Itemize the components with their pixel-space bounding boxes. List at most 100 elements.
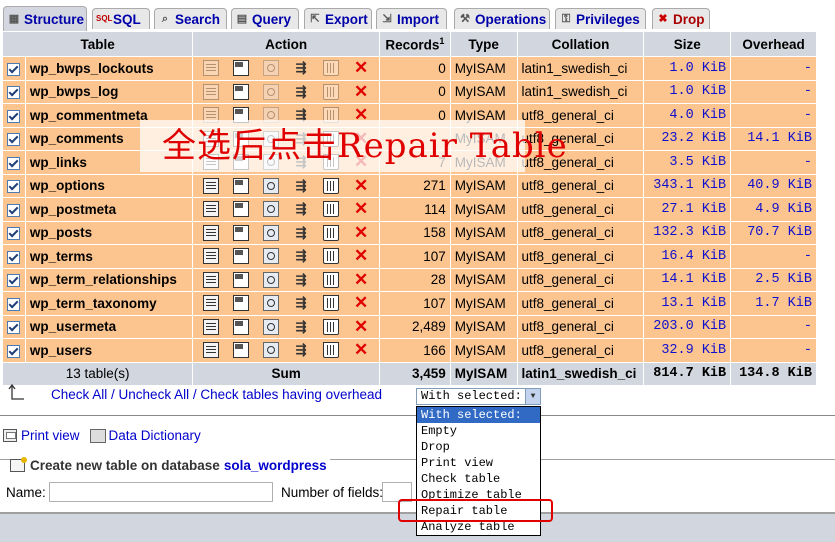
- table-name-cell[interactable]: wp_postmeta: [25, 198, 193, 221]
- search-icon[interactable]: [263, 271, 280, 288]
- structure-icon[interactable]: [233, 224, 250, 241]
- table-name-cell[interactable]: wp_users: [25, 339, 193, 362]
- table-name-cell[interactable]: wp_terms: [25, 245, 193, 268]
- browse-icon[interactable]: [203, 60, 220, 77]
- row-checkbox[interactable]: [7, 344, 21, 358]
- check-all-link[interactable]: Check All: [51, 387, 107, 402]
- dropdown-option[interactable]: Empty: [417, 423, 540, 439]
- table-name-cell[interactable]: wp_bwps_log: [25, 80, 193, 103]
- table-name-cell[interactable]: wp_posts: [25, 221, 193, 244]
- table-name-cell[interactable]: wp_usermeta: [25, 315, 193, 338]
- table-name[interactable]: wp_commentmeta: [30, 108, 148, 123]
- row-checkbox[interactable]: [7, 109, 21, 123]
- dropdown-option[interactable]: Print view: [417, 455, 540, 471]
- insert-icon[interactable]: ⇶: [293, 272, 309, 288]
- table-name[interactable]: wp_postmeta: [30, 202, 116, 217]
- table-name-input[interactable]: [49, 482, 273, 502]
- empty-icon[interactable]: [323, 201, 340, 218]
- empty-icon[interactable]: [323, 271, 340, 288]
- row-checkbox[interactable]: [7, 156, 21, 170]
- dropdown-option[interactable]: With selected:: [417, 407, 540, 423]
- data-dictionary-link[interactable]: Data Dictionary: [109, 428, 201, 443]
- table-name-cell[interactable]: wp_options: [25, 174, 193, 197]
- table-name-cell[interactable]: wp_term_taxonomy: [25, 292, 193, 315]
- table-name[interactable]: wp_options: [30, 178, 105, 193]
- structure-icon[interactable]: [233, 295, 250, 312]
- structure-icon[interactable]: [233, 83, 250, 100]
- drop-icon[interactable]: ✕: [353, 271, 369, 288]
- insert-icon[interactable]: ⇶: [293, 295, 309, 311]
- insert-icon[interactable]: ⇶: [293, 201, 309, 217]
- insert-icon[interactable]: ⇶: [293, 319, 309, 335]
- browse-icon[interactable]: [203, 295, 220, 312]
- column-header-type[interactable]: Type: [450, 32, 517, 56]
- tab-query[interactable]: ▤ Query: [231, 8, 299, 29]
- tab-import[interactable]: ⇲ Import: [376, 8, 447, 29]
- tab-sql[interactable]: SQL SQL: [92, 8, 150, 29]
- insert-icon[interactable]: ⇶: [293, 248, 309, 264]
- drop-icon[interactable]: ✕: [353, 200, 369, 217]
- structure-icon[interactable]: [233, 248, 250, 265]
- table-name[interactable]: wp_bwps_lockouts: [30, 61, 154, 76]
- tab-export[interactable]: ⇱ Export: [304, 8, 372, 29]
- column-header-overhead[interactable]: Overhead: [731, 32, 816, 56]
- drop-icon[interactable]: ✕: [353, 247, 369, 264]
- insert-icon[interactable]: ⇶: [293, 225, 309, 241]
- table-name[interactable]: wp_terms: [30, 249, 93, 264]
- drop-icon[interactable]: ✕: [353, 341, 369, 358]
- drop-icon[interactable]: ✕: [353, 224, 369, 241]
- structure-icon[interactable]: [233, 201, 250, 218]
- column-header-collation[interactable]: Collation: [517, 32, 644, 56]
- row-checkbox[interactable]: [7, 62, 21, 76]
- drop-icon[interactable]: ✕: [353, 318, 369, 335]
- table-name[interactable]: wp_usermeta: [30, 319, 116, 334]
- row-checkbox[interactable]: [7, 180, 21, 194]
- table-name[interactable]: wp_users: [30, 343, 92, 358]
- structure-icon[interactable]: [233, 177, 250, 194]
- row-checkbox[interactable]: [7, 321, 21, 335]
- empty-icon[interactable]: [323, 318, 340, 335]
- browse-icon[interactable]: [203, 318, 220, 335]
- table-name[interactable]: wp_links: [30, 155, 87, 170]
- table-name[interactable]: wp_posts: [30, 225, 92, 240]
- column-header-table[interactable]: Table: [3, 32, 193, 56]
- search-icon[interactable]: [263, 248, 280, 265]
- tab-operations[interactable]: ⚒ Operations: [454, 8, 550, 29]
- structure-icon[interactable]: [233, 342, 250, 359]
- row-checkbox[interactable]: [7, 227, 21, 241]
- insert-icon[interactable]: ⇶: [293, 60, 309, 76]
- search-icon[interactable]: [263, 60, 280, 77]
- search-icon[interactable]: [263, 318, 280, 335]
- dropdown-option[interactable]: Check table: [417, 471, 540, 487]
- column-header-size[interactable]: Size: [644, 32, 731, 56]
- empty-icon[interactable]: [323, 342, 340, 359]
- drop-icon[interactable]: ✕: [353, 59, 369, 76]
- check-overhead-link[interactable]: Check tables having overhead: [200, 387, 382, 402]
- empty-icon[interactable]: [323, 248, 340, 265]
- tab-drop[interactable]: ✖ Drop: [652, 8, 710, 29]
- search-icon[interactable]: [263, 295, 280, 312]
- browse-icon[interactable]: [203, 83, 220, 100]
- empty-icon[interactable]: [323, 177, 340, 194]
- browse-icon[interactable]: [203, 224, 220, 241]
- table-name-cell[interactable]: wp_term_relationships: [25, 268, 193, 291]
- drop-icon[interactable]: ✕: [353, 294, 369, 311]
- dropdown-arrow-icon[interactable]: ▼: [525, 389, 540, 404]
- row-checkbox[interactable]: [7, 250, 21, 264]
- tab-search[interactable]: ⌕ Search: [154, 8, 227, 29]
- dropdown-option[interactable]: Drop: [417, 439, 540, 455]
- column-header-records[interactable]: Records1: [379, 32, 450, 56]
- insert-icon[interactable]: ⇶: [293, 178, 309, 194]
- tab-privileges[interactable]: ⚿ Privileges: [555, 8, 646, 29]
- table-name-cell[interactable]: wp_bwps_lockouts: [25, 57, 193, 80]
- structure-icon[interactable]: [233, 318, 250, 335]
- empty-icon[interactable]: [323, 60, 340, 77]
- row-checkbox[interactable]: [7, 297, 21, 311]
- row-checkbox[interactable]: [7, 133, 21, 147]
- row-checkbox[interactable]: [7, 86, 21, 100]
- search-icon[interactable]: [263, 224, 280, 241]
- browse-icon[interactable]: [203, 201, 220, 218]
- empty-icon[interactable]: [323, 83, 340, 100]
- uncheck-all-link[interactable]: Uncheck All: [119, 387, 190, 402]
- insert-icon[interactable]: ⇶: [293, 84, 309, 100]
